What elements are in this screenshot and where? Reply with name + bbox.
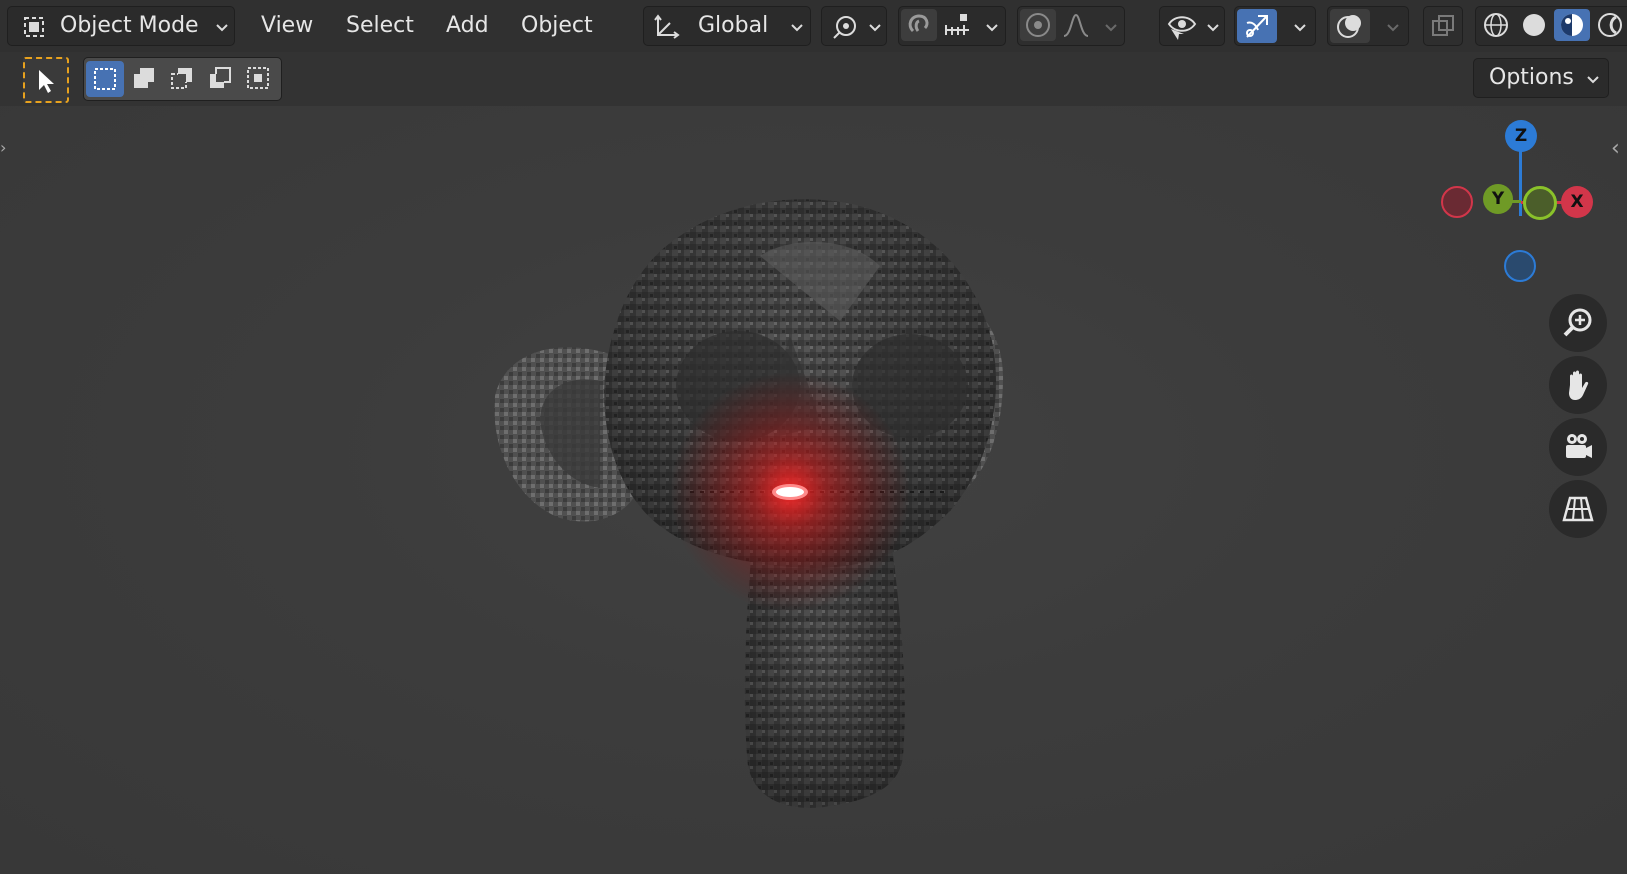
z-axis-label: Z: [1514, 126, 1528, 146]
select-tool-button[interactable]: [23, 57, 69, 103]
snap-magnet-icon: [905, 11, 933, 39]
chevron-down-icon: [1587, 76, 1599, 84]
snap-group: [898, 6, 1006, 46]
mode-selector[interactable]: Object Mode: [7, 6, 235, 46]
x-axis-label: X: [1570, 192, 1584, 212]
camera-view-icon: [1561, 430, 1595, 464]
eye-visibility-icon: [1166, 12, 1198, 42]
z-axis-ball[interactable]: Z: [1505, 120, 1537, 152]
pivot-point-icon: [830, 13, 860, 41]
mode-label: Object Mode: [60, 13, 199, 38]
select-intersect-icon: [244, 64, 272, 92]
shading-group: [1475, 6, 1627, 46]
menu-select[interactable]: Select: [342, 10, 418, 42]
monkey-mesh[interactable]: [0, 106, 1627, 874]
select-mode-intersect[interactable]: [240, 62, 276, 94]
select-new-icon: [91, 65, 119, 93]
wireframe-shading-icon: [1482, 11, 1510, 39]
transform-orientation-dropdown[interactable]: Global: [643, 6, 811, 46]
chevron-down-icon[interactable]: [985, 23, 999, 33]
3d-viewport[interactable]: › ‹ Y Z X: [0, 106, 1627, 874]
xray-toggle[interactable]: [1423, 6, 1463, 46]
perspective-grid-icon: [1561, 492, 1595, 526]
pan-button[interactable]: [1549, 356, 1607, 414]
solid-shading-icon: [1520, 11, 1548, 39]
select-mode-invert[interactable]: [202, 62, 238, 94]
neg-y-axis-ball[interactable]: [1523, 186, 1557, 220]
chevron-down-icon: [791, 24, 803, 32]
chevron-down-icon[interactable]: [1293, 23, 1307, 33]
object-mode-icon: [20, 13, 48, 41]
chevron-down-icon: [869, 24, 881, 32]
chevron-down-icon: [1207, 24, 1219, 32]
snap-target[interactable]: [939, 9, 975, 41]
perspective-toggle-button[interactable]: [1549, 480, 1607, 538]
chevron-down-icon[interactable]: [1386, 23, 1400, 33]
x-axis-ball[interactable]: X: [1561, 186, 1593, 218]
neg-z-axis-ball[interactable]: [1504, 250, 1536, 282]
select-mode-extend[interactable]: [126, 62, 162, 94]
shading-rendered[interactable]: [1592, 9, 1627, 41]
z-axis-line: [1519, 150, 1522, 216]
y-axis-label: Y: [1491, 189, 1505, 209]
orientation-label: Global: [698, 13, 769, 38]
proportional-edit-toggle[interactable]: [1020, 9, 1056, 41]
falloff-selector[interactable]: [1058, 9, 1094, 41]
chevron-down-icon: [216, 24, 228, 32]
neg-x-axis-ball[interactable]: [1441, 186, 1473, 218]
options-dropdown[interactable]: Options: [1473, 58, 1609, 98]
overlay-toggle[interactable]: [1330, 9, 1370, 43]
shading-material-preview[interactable]: [1554, 9, 1590, 41]
snap-toggle[interactable]: [901, 9, 937, 41]
gizmo-toggle-icon: [1242, 11, 1272, 41]
menu-object[interactable]: Object: [517, 10, 597, 42]
overlay-group: [1327, 6, 1409, 46]
xray-toggle-icon: [1429, 12, 1457, 40]
camera-view-button[interactable]: [1549, 418, 1607, 476]
gizmo-toggle[interactable]: [1237, 9, 1277, 43]
navigation-gizmo[interactable]: Y Z X: [1435, 120, 1610, 290]
selection-mode-group: [83, 57, 282, 101]
visibility-dropdown[interactable]: [1159, 6, 1225, 46]
gizmo-group: [1234, 6, 1316, 46]
proportional-editing-icon: [1024, 11, 1052, 39]
tool-header: Options: [0, 52, 1627, 106]
proportional-edit-group: [1017, 6, 1125, 46]
snap-increment-icon: [942, 11, 972, 39]
transform-orientation-icon: [652, 13, 682, 41]
pan-hand-icon: [1561, 368, 1595, 402]
options-label: Options: [1489, 65, 1574, 90]
overlay-icon: [1335, 11, 1365, 41]
cursor-arrow-icon: [35, 68, 59, 94]
select-mode-set[interactable]: [86, 61, 124, 97]
select-extend-icon: [130, 64, 158, 92]
falloff-curve-icon: [1061, 11, 1091, 39]
pivot-point-dropdown[interactable]: [821, 6, 887, 46]
select-invert-icon: [206, 64, 234, 92]
zoom-button[interactable]: [1549, 294, 1607, 352]
select-subtract-icon: [168, 64, 196, 92]
y-axis-ball[interactable]: Y: [1483, 184, 1513, 214]
material-preview-icon: [1558, 11, 1586, 39]
chevron-down-icon[interactable]: [1104, 23, 1118, 33]
select-mode-subtract[interactable]: [164, 62, 200, 94]
zoom-icon: [1561, 306, 1595, 340]
rendered-shading-icon: [1596, 11, 1624, 39]
shading-wireframe[interactable]: [1478, 9, 1514, 41]
viewport-header: Object Mode View Select Add Object Globa…: [0, 0, 1627, 52]
menu-add[interactable]: Add: [442, 10, 493, 42]
shading-solid[interactable]: [1516, 9, 1552, 41]
menu-view[interactable]: View: [257, 10, 317, 42]
